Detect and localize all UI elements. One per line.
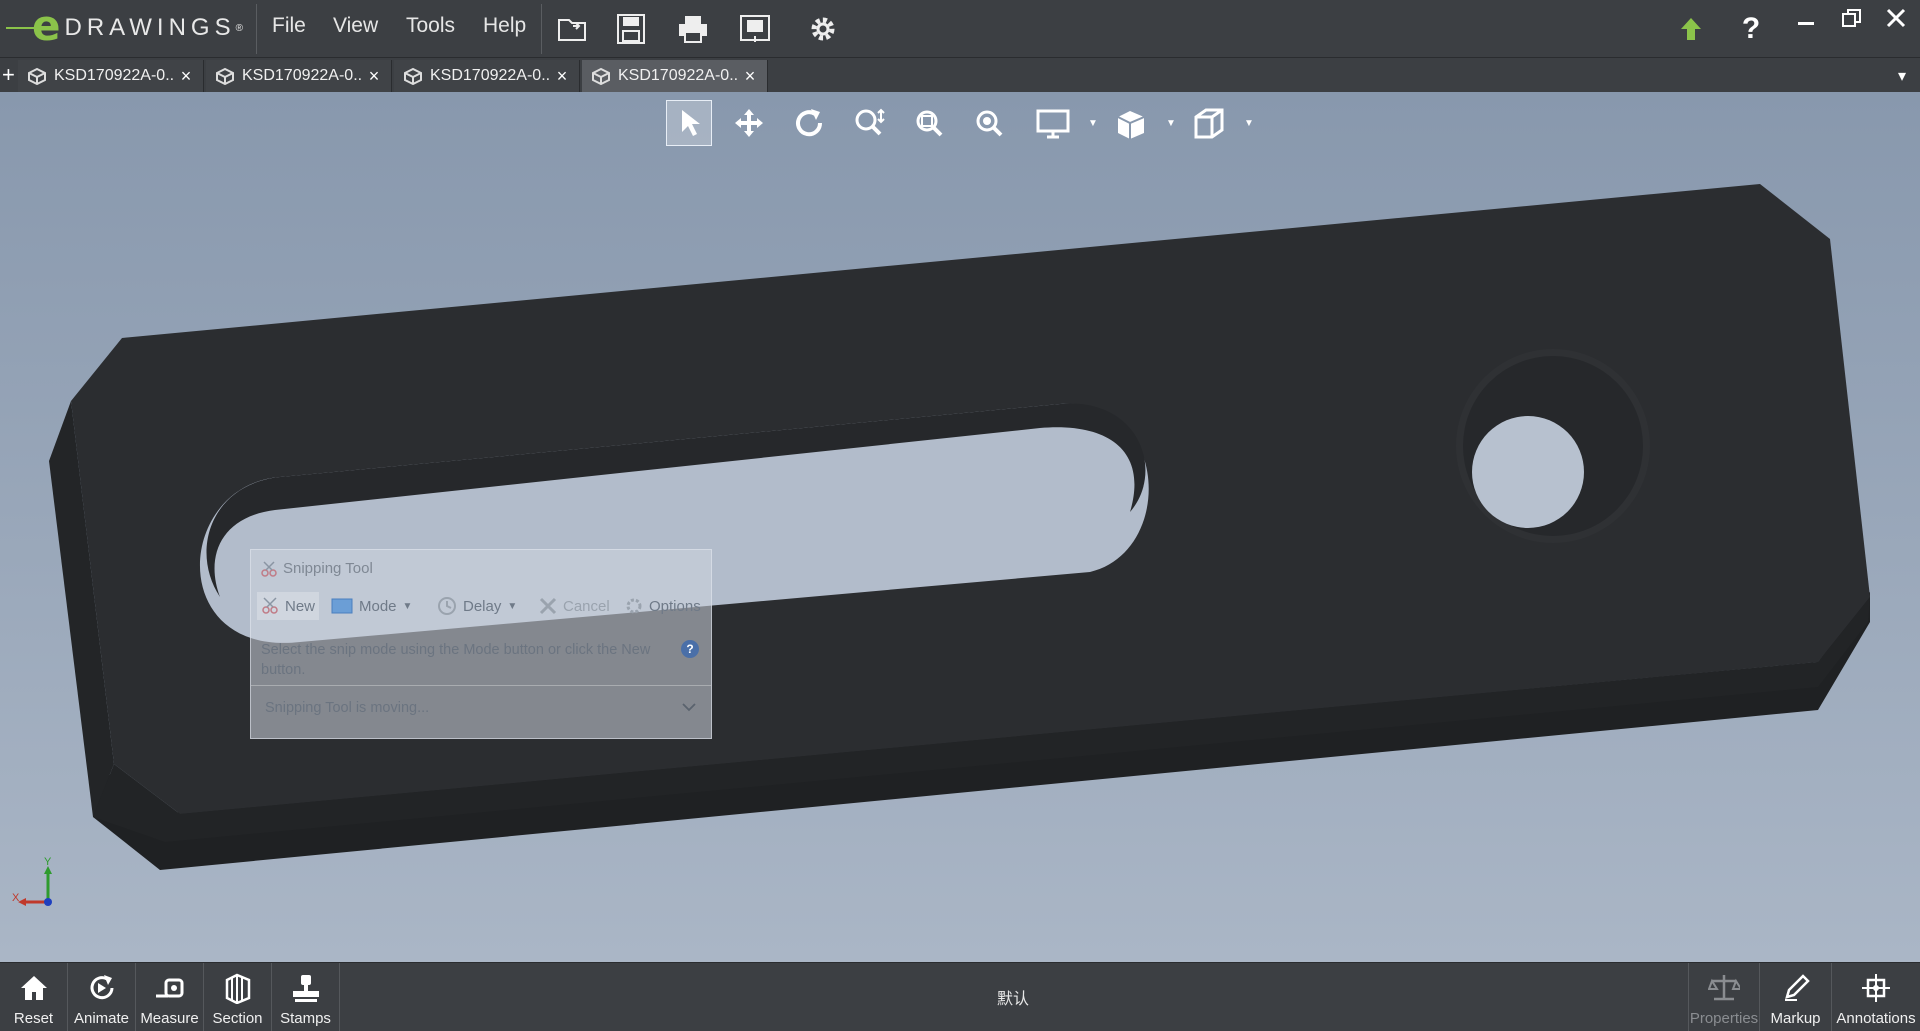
tab-list-dropdown-icon[interactable]: ▾	[1898, 66, 1906, 86]
scissors-icon	[262, 597, 278, 614]
chevron-down-icon: ▼	[402, 600, 413, 612]
mode-icon	[331, 598, 353, 614]
snip-options-button[interactable]: Options	[625, 592, 701, 620]
select-icon[interactable]	[666, 100, 712, 146]
stamps-button[interactable]: Stamps	[272, 963, 340, 1031]
part-model[interactable]	[0, 92, 1920, 962]
update-arrow-icon[interactable]	[1670, 8, 1712, 50]
clock-icon	[438, 597, 456, 615]
zoom-to-area-icon[interactable]	[906, 100, 952, 146]
part-icon	[592, 67, 610, 85]
menu-help[interactable]: Help	[483, 14, 526, 38]
close-tab-icon[interactable]: ×	[363, 66, 385, 87]
measure-button[interactable]: Measure	[136, 963, 204, 1031]
configuration-name: 默认	[997, 989, 1030, 1008]
stamps-icon	[290, 970, 322, 1006]
snipping-tool-window[interactable]: Snipping Tool New Mode ▼ Delay ▼ Cancel …	[250, 549, 712, 739]
snip-description: Select the snip mode using the Mode butt…	[261, 642, 651, 678]
properties-button[interactable]: Properties	[1688, 963, 1760, 1031]
divider	[251, 685, 711, 686]
markup-icon	[1781, 970, 1811, 1006]
chevron-down-icon[interactable]: ▼	[1166, 118, 1178, 130]
annotations-icon	[1860, 970, 1892, 1006]
chevron-down-icon[interactable]: ▼	[1088, 118, 1100, 130]
close-icon[interactable]	[1874, 2, 1918, 34]
document-tab[interactable]: KSD170922A-0... ×	[18, 60, 204, 92]
snip-cancel-button[interactable]: Cancel	[539, 592, 610, 620]
document-tab[interactable]: KSD170922A-0... ×	[206, 60, 392, 92]
scissors-icon	[261, 560, 277, 577]
cancel-icon	[539, 597, 557, 615]
part-icon	[28, 67, 46, 85]
measure-icon	[154, 970, 186, 1006]
document-tab[interactable]: KSD170922A-0... ×	[394, 60, 580, 92]
chevron-down-icon[interactable]	[681, 700, 697, 718]
open-icon[interactable]	[552, 8, 594, 50]
reset-button[interactable]: Reset	[0, 963, 68, 1031]
help-icon[interactable]: ?	[681, 640, 699, 658]
snipping-tool-title: Snipping Tool	[261, 560, 373, 577]
edrawings-logo: e DRAWINGS ®	[6, 1, 250, 52]
close-tab-icon[interactable]: ×	[551, 66, 573, 87]
animate-icon	[86, 970, 118, 1006]
divider	[541, 4, 542, 54]
rotate-icon[interactable]	[786, 100, 832, 146]
section-icon	[223, 970, 253, 1006]
chevron-down-icon: ▼	[507, 600, 518, 612]
markup-button[interactable]: Markup	[1760, 963, 1832, 1031]
axis-triad: X Y	[12, 856, 62, 912]
help-icon[interactable]: ?	[1730, 8, 1772, 50]
zoom-to-fit-icon[interactable]	[966, 100, 1012, 146]
save-icon[interactable]	[610, 8, 652, 50]
home-icon	[19, 970, 49, 1006]
close-tab-icon[interactable]: ×	[175, 66, 197, 87]
gear-icon	[626, 598, 642, 614]
divider	[256, 4, 257, 54]
shaded-icon[interactable]	[1108, 100, 1154, 146]
annotations-button[interactable]: Annotations	[1832, 963, 1920, 1031]
restore-icon[interactable]	[1830, 2, 1874, 34]
add-tab-button[interactable]: +	[2, 62, 15, 88]
close-tab-icon[interactable]: ×	[739, 66, 761, 87]
pan-icon[interactable]	[726, 100, 772, 146]
print-icon[interactable]	[672, 8, 714, 50]
standard-views-icon[interactable]	[1186, 100, 1232, 146]
properties-icon	[1708, 970, 1740, 1006]
chevron-down-icon[interactable]: ▼	[1244, 118, 1256, 130]
publish-icon[interactable]	[734, 8, 776, 50]
part-icon	[216, 67, 234, 85]
document-tab-active[interactable]: KSD170922A-0... ×	[582, 60, 768, 92]
section-button[interactable]: Section	[204, 963, 272, 1031]
snip-new-button[interactable]: New	[257, 592, 320, 620]
document-tab-bar: + KSD170922A-0... × KSD170922A-0... × KS…	[0, 58, 1920, 92]
settings-icon[interactable]	[802, 8, 844, 50]
animate-button[interactable]: Animate	[68, 963, 136, 1031]
display-style-icon[interactable]	[1030, 100, 1076, 146]
minimize-icon[interactable]	[1784, 2, 1828, 34]
3d-viewport[interactable]: ▼ ▼ ▼ Snipping Tool New Mode ▼ Delay ▼ C…	[0, 92, 1920, 962]
bottom-toolbar: Reset Animate Measure Section Stamps 默认 …	[0, 962, 1920, 1031]
menu-file[interactable]: File	[272, 14, 306, 38]
part-icon	[404, 67, 422, 85]
zoom-icon[interactable]	[846, 100, 892, 146]
y-axis-label: Y	[44, 856, 52, 868]
snip-status: Snipping Tool is moving...	[265, 700, 430, 716]
x-axis-label: X	[12, 892, 20, 904]
snip-delay-button[interactable]: Delay ▼	[437, 592, 517, 620]
menu-view[interactable]: View	[333, 14, 378, 38]
snip-mode-button[interactable]: Mode ▼	[331, 592, 412, 620]
menu-tools[interactable]: Tools	[406, 14, 455, 38]
title-bar: e DRAWINGS ® File View Tools Help ?	[0, 0, 1920, 58]
